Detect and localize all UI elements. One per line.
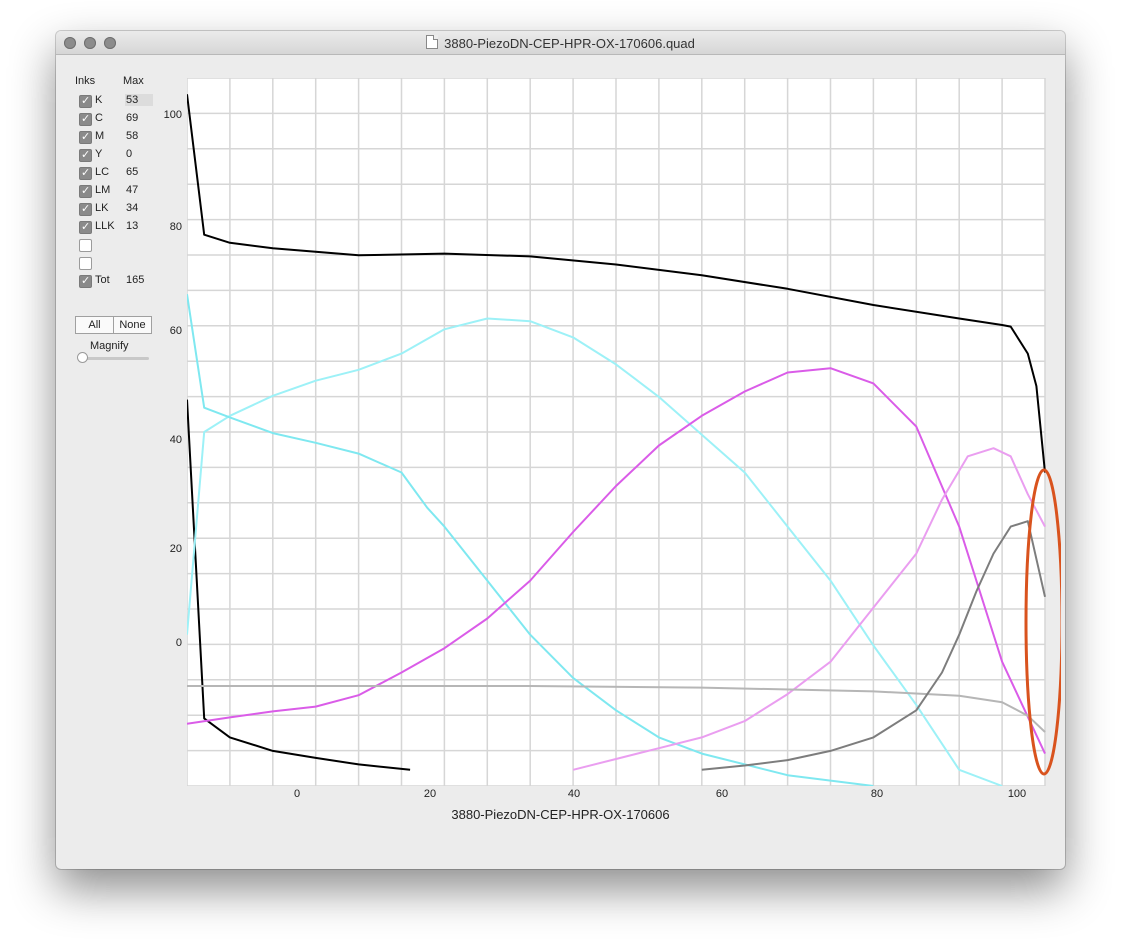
x-tick-label: 0 (293, 788, 301, 800)
ink-name: M (95, 130, 105, 142)
plot-title: 3880-PiezoDN-CEP-HPR-OX-170606 (451, 807, 670, 822)
ink-name: K (95, 94, 103, 106)
ink-checkbox-m[interactable] (79, 130, 92, 144)
document-icon (426, 35, 439, 49)
x-tick-label: 20 (423, 788, 437, 800)
ink-max-field[interactable]: 47 (125, 184, 139, 196)
y-tick-label: 0 (175, 637, 182, 649)
y-tick-label: 100 (163, 109, 182, 121)
ink-row-empty-9[interactable] (79, 237, 159, 253)
x-tick-label: 100 (1007, 788, 1027, 800)
ink-checkbox-lm[interactable] (79, 184, 92, 198)
ink-max-field: 165 (126, 274, 145, 286)
y-tick-label: 80 (169, 221, 182, 233)
ink-row-tot[interactable]: Tot 165 (79, 273, 159, 289)
ink-row-y[interactable]: Y 0 (79, 147, 159, 163)
ink-checkbox-empty-10[interactable] (79, 257, 92, 270)
ink-row-m[interactable]: M 58 (79, 129, 159, 145)
y-tick-label: 60 (169, 325, 182, 337)
ink-max-field[interactable]: 65 (125, 166, 139, 178)
x-tick-label: 40 (567, 788, 581, 800)
window-title: 3880-PiezoDN-CEP-HPR-OX-170606.quad (444, 36, 695, 51)
ink-name: LC (95, 166, 110, 178)
window-title-wrap: 3880-PiezoDN-CEP-HPR-OX-170606.quad (56, 35, 1065, 51)
ink-max-field[interactable]: 13 (125, 220, 139, 232)
y-tick-label: 20 (169, 543, 182, 555)
ink-max-field[interactable]: 34 (125, 202, 139, 214)
inks-panel: Inks Max K 53 C 69 M 58 Y 0 LC 65 (56, 54, 166, 363)
curve-plot[interactable] (187, 78, 1061, 786)
ink-row-lk[interactable]: LK 34 (79, 201, 159, 217)
ink-name: Y (95, 148, 103, 160)
x-tick-label: 60 (715, 788, 729, 800)
ink-max-field[interactable]: 69 (125, 112, 139, 124)
magnify-label: Magnify (90, 340, 129, 352)
ink-name: LLK (95, 220, 115, 232)
ink-checkbox-y[interactable] (79, 148, 92, 162)
ink-checkbox-c[interactable] (79, 112, 92, 126)
ink-row-k[interactable]: K 53 (79, 93, 159, 109)
ink-checkbox-tot[interactable] (79, 274, 92, 288)
ink-name: LK (95, 202, 109, 214)
ink-checkbox-k[interactable] (79, 94, 92, 108)
inks-header: Inks (75, 75, 96, 87)
x-tick-label: 80 (870, 788, 884, 800)
all-button[interactable]: All (75, 316, 114, 334)
ink-name: Tot (95, 274, 110, 286)
app-window: 3880-PiezoDN-CEP-HPR-OX-170606.quad Inks… (56, 31, 1065, 869)
ink-row-llk[interactable]: LLK 13 (79, 219, 159, 235)
ink-row-empty-10[interactable] (79, 255, 159, 271)
none-button[interactable]: None (113, 316, 152, 334)
ink-max-field[interactable]: 58 (125, 130, 139, 142)
ink-row-lm[interactable]: LM 47 (79, 183, 159, 199)
ink-checkbox-lk[interactable] (79, 202, 92, 216)
ink-row-c[interactable]: C 69 (79, 111, 159, 127)
ink-name: LM (95, 184, 111, 196)
magnify-slider-knob[interactable] (77, 352, 88, 363)
ink-max-field[interactable]: 53 (125, 94, 153, 106)
ink-row-lc[interactable]: LC 65 (79, 165, 159, 181)
y-tick-label: 40 (169, 434, 182, 446)
magnify-slider-track[interactable] (81, 357, 149, 360)
ink-checkbox-lc[interactable] (79, 166, 92, 180)
ink-checkbox-llk[interactable] (79, 220, 92, 234)
ink-max-field[interactable]: 0 (125, 148, 133, 160)
ink-checkbox-empty-9[interactable] (79, 239, 92, 252)
max-header: Max (123, 75, 144, 87)
ink-name: C (95, 112, 103, 124)
title-bar: 3880-PiezoDN-CEP-HPR-OX-170606.quad (56, 31, 1065, 55)
